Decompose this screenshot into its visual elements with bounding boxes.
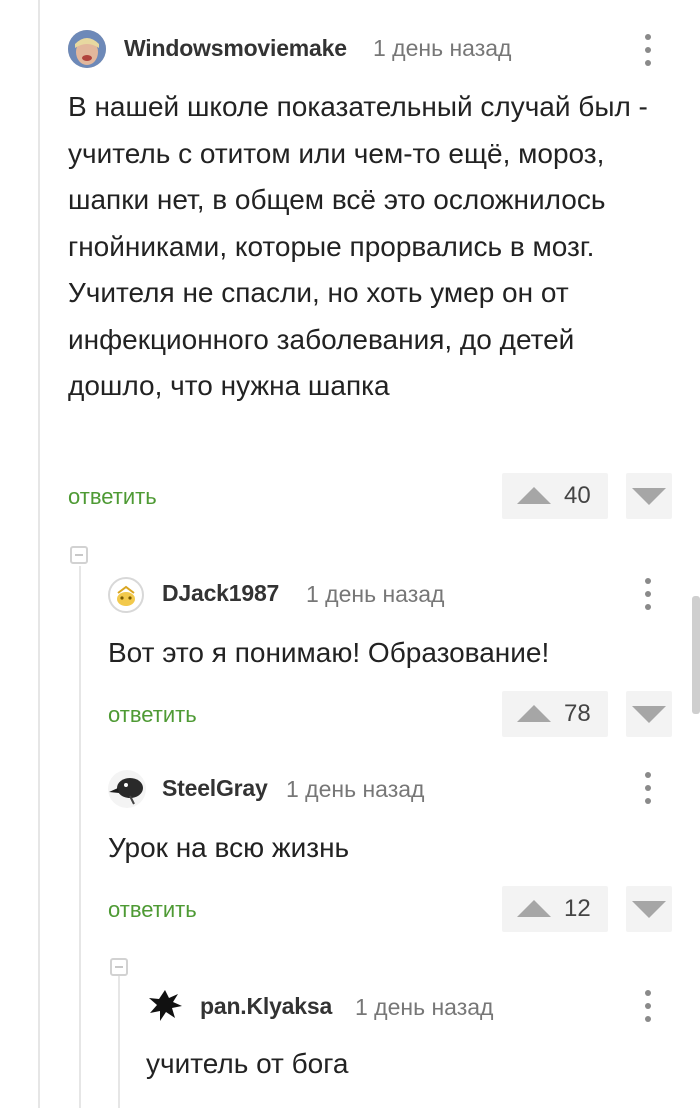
comment-time: 1 день назад [355, 994, 494, 1020]
upvote-button[interactable]: 78 [502, 691, 608, 737]
vote-count: 78 [564, 700, 591, 727]
avatar[interactable] [108, 577, 144, 613]
downvote-button[interactable] [626, 886, 672, 932]
avatar[interactable] [108, 770, 146, 808]
arrow-up-icon [517, 487, 551, 504]
vote-count: 40 [564, 482, 591, 509]
more-options-icon[interactable] [636, 986, 660, 1026]
vote-count: 12 [564, 895, 591, 922]
collapse-thread-button[interactable] [110, 958, 128, 976]
arrow-down-icon [632, 901, 666, 918]
arrow-down-icon [632, 488, 666, 505]
comment-author[interactable]: SteelGray [162, 775, 268, 802]
scrollbar[interactable] [692, 596, 700, 714]
downvote-button[interactable] [626, 473, 672, 519]
thread-line [118, 976, 120, 1108]
thread-line [79, 566, 81, 1108]
comment-time: 1 день назад [286, 776, 425, 802]
collapse-thread-button[interactable] [70, 546, 88, 564]
reply-button[interactable]: ответить [108, 702, 197, 728]
upvote-button[interactable]: 40 [502, 473, 608, 519]
comment-text: Урок на всю жизнь [108, 832, 350, 863]
comment-time: 1 день назад [373, 35, 512, 61]
downvote-button[interactable] [626, 691, 672, 737]
thread-line [38, 0, 40, 1108]
comment-author[interactable]: pan.Klyaksa [200, 993, 332, 1020]
upvote-button[interactable]: 12 [502, 886, 608, 932]
comment-author[interactable]: DJack1987 [162, 580, 279, 607]
arrow-up-icon [517, 900, 551, 917]
more-options-icon[interactable] [636, 574, 660, 614]
reply-button[interactable]: ответить [108, 897, 197, 923]
avatar[interactable] [68, 30, 106, 68]
arrow-up-icon [517, 705, 551, 722]
comment-text: учитель от бога [146, 1048, 349, 1079]
comment-text: В нашей школе показательный случай был -… [68, 91, 648, 401]
more-options-icon[interactable] [636, 30, 660, 70]
avatar[interactable] [146, 986, 184, 1024]
comment-author[interactable]: Windowsmoviemake [124, 35, 347, 62]
reply-button[interactable]: ответить [68, 484, 157, 510]
arrow-down-icon [632, 706, 666, 723]
comment-time: 1 день назад [306, 581, 445, 607]
more-options-icon[interactable] [636, 768, 660, 808]
comment-text: Вот это я понимаю! Образование! [108, 637, 550, 668]
